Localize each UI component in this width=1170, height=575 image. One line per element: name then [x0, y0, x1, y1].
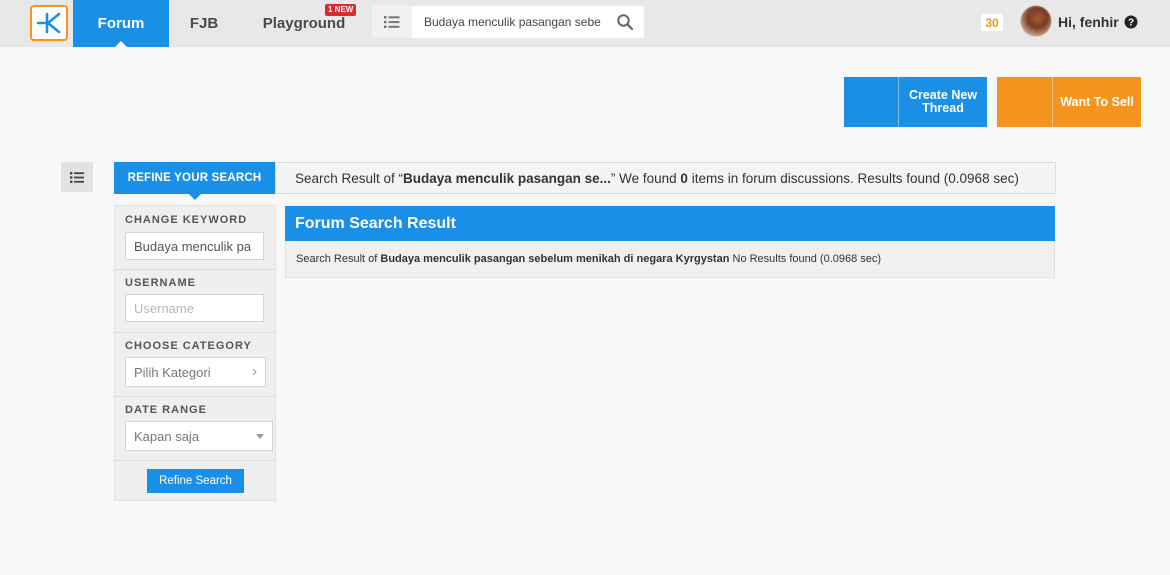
want-to-sell-label: Want To Sell [1060, 95, 1134, 109]
search-menu-button[interactable] [372, 6, 412, 38]
results-query: Budaya menculik pasangan sebelum menikah… [380, 253, 730, 265]
results-title: Forum Search Result [285, 206, 1055, 241]
question-circle-icon[interactable]: ? [1124, 15, 1138, 29]
category-select-value: Pilih Kategori [134, 364, 211, 380]
greeting-label: Hi, fenhir [1058, 14, 1119, 30]
kaskus-logo-icon[interactable] [30, 5, 68, 41]
date-range-section: DATE RANGE Kapan saja [115, 396, 275, 461]
summary-mid: ” We found [610, 170, 681, 186]
tab-caret [188, 194, 201, 200]
refine-sidebar: CHANGE KEYWORD USERNAME CHOOSE CATEGORY … [114, 205, 276, 501]
nav-tab-fjb-label: FJB [189, 15, 219, 32]
chevron-down-icon [256, 434, 264, 439]
results-prefix: Search Result of [296, 253, 381, 265]
summary-query: Budaya menculik pasangan se... [403, 170, 611, 186]
results-suffix: No Results found (0.0968 sec) [729, 253, 882, 265]
results-message: Search Result of Budaya menculik pasanga… [285, 241, 1055, 278]
keyword-input[interactable] [125, 232, 264, 260]
search-box [412, 6, 644, 38]
nav-tab-forum-label: Forum [97, 15, 145, 32]
search-summary: Search Result of “Budaya menculik pasang… [275, 162, 1056, 194]
keyword-section: CHANGE KEYWORD [115, 206, 275, 270]
want-to-sell-button[interactable]: Want To Sell [997, 77, 1141, 127]
summary-suffix: items in forum discussions. Results foun… [687, 170, 1019, 186]
nav-tab-fjb[interactable]: FJB [180, 0, 228, 47]
date-range-select-value: Kapan saja [134, 428, 200, 444]
category-select[interactable]: Pilih Kategori [125, 357, 266, 387]
refine-search-tab[interactable]: REFINE YOUR SEARCH [114, 162, 275, 200]
list-icon [384, 16, 400, 28]
username-title: USERNAME [125, 277, 196, 289]
nav-tab-forum[interactable]: Forum [73, 0, 169, 47]
keyword-title: CHANGE KEYWORD [125, 214, 248, 226]
category-section: CHOOSE CATEGORY Pilih Kategori [115, 332, 275, 397]
svg-text:?: ? [1128, 18, 1134, 29]
list-icon [70, 171, 84, 183]
create-thread-button[interactable]: Create New Thread [844, 77, 987, 127]
username-section: USERNAME [115, 269, 275, 333]
summary-prefix: Search Result of “ [295, 170, 404, 186]
date-range-title: DATE RANGE [125, 404, 207, 416]
nav-tab-playground-label: Playground [262, 15, 346, 32]
username-input[interactable] [125, 294, 264, 322]
avatar[interactable] [1020, 5, 1052, 37]
refine-search-button[interactable]: Refine Search [147, 469, 244, 493]
summary-count: 0 [680, 170, 688, 186]
chevron-right-icon [252, 368, 257, 376]
search-icon[interactable] [616, 13, 634, 31]
create-thread-label: Create New Thread [899, 77, 987, 127]
category-title: CHOOSE CATEGORY [125, 340, 252, 352]
create-thread-line1: Create New [908, 88, 978, 102]
create-thread-line2: Thread [922, 101, 964, 115]
date-range-select[interactable]: Kapan saja [125, 421, 273, 451]
user-greeting[interactable]: Hi, fenhir ? [1058, 12, 1138, 32]
notification-count[interactable]: 30 [981, 14, 1003, 31]
refine-search-tab-label: REFINE YOUR SEARCH [127, 172, 262, 184]
new-badge: 1 NEW [325, 4, 357, 16]
search-input[interactable] [412, 6, 606, 38]
active-tab-caret [115, 41, 127, 47]
sidebar-toggle-button[interactable] [61, 162, 93, 192]
